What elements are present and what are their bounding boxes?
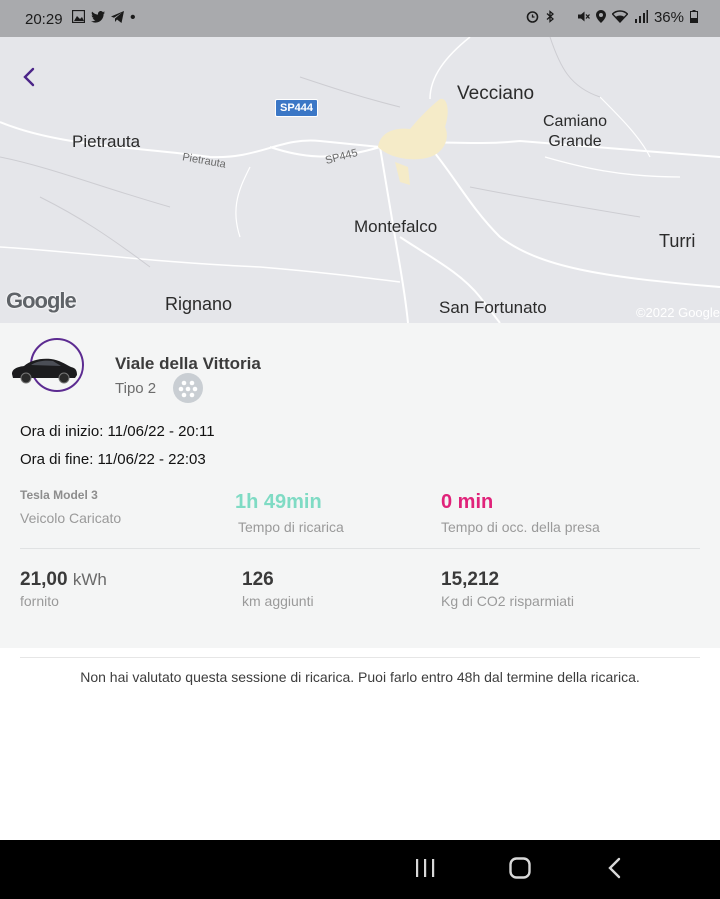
recent-apps-button[interactable]	[413, 856, 437, 887]
place-rignano: Rignano	[165, 294, 233, 314]
map-copyright: ©2022 Google	[635, 305, 720, 320]
map-view[interactable]: SP444 SP445 Pietrauta Vecciano Camiano G…	[0, 37, 720, 323]
battery-percent: 36%	[653, 9, 684, 26]
occupancy-time-label: Tempo di occ. della presa	[441, 519, 600, 535]
home-icon	[509, 857, 531, 879]
telegram-icon	[111, 10, 124, 26]
signal-icon	[634, 9, 648, 26]
place-san-fortunato: San Fortunato	[439, 298, 547, 317]
station-name: Viale della Vittoria	[115, 354, 261, 373]
back-button[interactable]	[18, 65, 42, 89]
energy-label: fornito	[20, 593, 59, 609]
vehicle-model: Tesla Model 3	[20, 488, 98, 502]
car-icon	[12, 358, 77, 384]
alarm-icon	[526, 10, 539, 26]
map-roads	[0, 37, 720, 323]
twitter-icon	[91, 10, 105, 26]
battery-icon	[690, 9, 698, 26]
energy-delivered: 21,00 kWh	[20, 569, 107, 591]
system-nav-bar	[0, 840, 720, 899]
vehicle-avatar	[9, 338, 84, 396]
google-logo: Google	[6, 288, 77, 313]
km-added-label: km aggiunti	[242, 593, 314, 609]
session-card: Viale della Vittoria Tipo 2 Ora di inizi…	[0, 323, 720, 648]
wifi-icon	[611, 9, 629, 26]
back-icon	[608, 857, 621, 879]
end-time: Ora di fine: 11/06/22 - 22:03	[20, 451, 206, 468]
system-back-button[interactable]	[604, 856, 628, 887]
more-notifications-dot: •	[130, 9, 136, 26]
recent-apps-icon	[416, 859, 435, 877]
rating-divider	[20, 657, 700, 658]
charge-time-label: Tempo di ricarica	[238, 519, 344, 535]
vehicle-status: Veicolo Caricato	[20, 510, 122, 526]
type2-plug-icon	[173, 373, 203, 403]
place-vecciano: Vecciano	[457, 83, 535, 104]
place-turri: Turri	[659, 231, 696, 251]
co2-saved-label: Kg di CO2 risparmiati	[441, 593, 575, 609]
location-icon	[595, 9, 606, 26]
place-pietrauta: Pietrauta	[72, 132, 141, 151]
gallery-icon	[71, 9, 86, 26]
km-added-value: 126	[242, 569, 274, 590]
road-shield-sp444: SP444	[275, 99, 319, 117]
energy-value: 21,00	[20, 569, 68, 590]
start-time: Ora di inizio: 11/06/22 - 20:11	[20, 423, 215, 440]
system-icons: 36%	[526, 9, 698, 26]
stats-divider	[20, 548, 700, 549]
chevron-left-icon	[23, 67, 35, 87]
charge-time-value: 1h 49min	[235, 491, 322, 513]
notification-icons: •	[71, 9, 136, 27]
occupancy-time-value: 0 min	[441, 491, 494, 513]
status-time: 20:29	[25, 11, 63, 28]
co2-saved-value: 15,212	[441, 569, 500, 590]
home-button[interactable]	[508, 856, 532, 887]
energy-unit: kWh	[72, 570, 107, 589]
place-camiano-grande: Camiano Grande	[543, 113, 608, 150]
bluetooth-icon	[545, 9, 555, 26]
plug-type-label: Tipo 2	[115, 380, 157, 397]
place-montefalco: Montefalco	[354, 217, 438, 236]
status-bar: 20:29 • 36%	[0, 0, 720, 37]
rating-note: Non hai valutato questa sessione di rica…	[80, 669, 640, 685]
mute-icon	[577, 10, 590, 26]
